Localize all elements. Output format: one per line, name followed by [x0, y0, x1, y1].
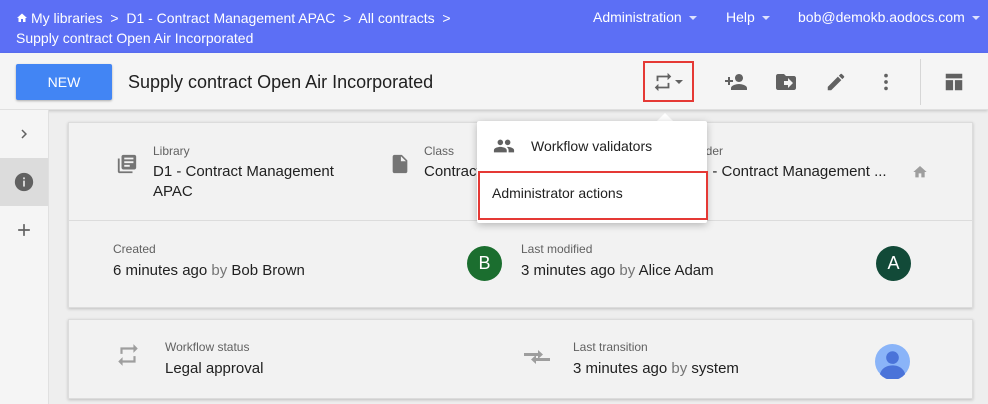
class-value: Contract: [424, 163, 481, 180]
home-icon: [17, 13, 27, 22]
administration-menu[interactable]: Administration: [593, 9, 697, 25]
plus-icon: [18, 224, 30, 236]
breadcrumb-item-all-contracts[interactable]: All contracts: [358, 10, 434, 26]
pencil-icon: [827, 73, 845, 91]
more-vert-icon: [884, 73, 888, 91]
help-menu[interactable]: Help: [726, 9, 770, 25]
breadcrumb-current: Supply contract Open Air Incorporated: [16, 30, 254, 46]
breadcrumb: My libraries > D1 - Contract Management …: [16, 8, 486, 48]
breadcrumb-separator: >: [442, 10, 451, 26]
breadcrumb-separator: >: [110, 10, 119, 26]
toolbar-divider: [920, 59, 921, 105]
chevron-right-icon: [21, 129, 27, 139]
dashboard-layout-icon: [945, 73, 963, 91]
administrator-actions-highlight: [478, 171, 708, 220]
administration-label: Administration: [593, 9, 682, 25]
library-value[interactable]: D1 - Contract Management APAC: [153, 162, 363, 202]
created-label: Created: [113, 242, 156, 256]
top-bar: My libraries > D1 - Contract Management …: [0, 0, 988, 53]
library-icon: [117, 154, 137, 174]
transition-arrows-icon: [524, 350, 550, 364]
caret-down-icon: [761, 16, 770, 20]
document-toolbar: NEW Supply contract Open Air Incorporate…: [0, 53, 988, 110]
info-icon: [14, 172, 34, 192]
modified-label: Last modified: [521, 242, 593, 256]
people-icon: [493, 139, 515, 153]
breadcrumb-item-my-libraries[interactable]: My libraries: [16, 10, 106, 26]
more-options-button[interactable]: [869, 65, 903, 99]
workflow-icon: [118, 344, 138, 366]
document-title: Supply contract Open Air Incorporated: [128, 72, 434, 92]
last-transition-label: Last transition: [573, 340, 648, 354]
user-email: bob@demokb.aodocs.com: [798, 9, 965, 25]
modified-value: 3 minutes ago by Alice Adam: [521, 262, 714, 279]
breadcrumb-item-library[interactable]: D1 - Contract Management APAC: [126, 10, 335, 26]
created-value: 6 minutes ago by Bob Brown: [113, 262, 305, 279]
expand-panel-button[interactable]: [0, 110, 48, 158]
add-button[interactable]: [0, 206, 48, 254]
move-to-folder-button[interactable]: [769, 65, 803, 99]
caret-down-icon: [688, 16, 697, 20]
edit-button[interactable]: [819, 65, 853, 99]
info-tab[interactable]: [0, 158, 48, 206]
workflow-status-label: Workflow status: [165, 340, 250, 354]
side-rail: [0, 110, 49, 404]
share-button[interactable]: [719, 65, 753, 99]
menu-item-workflow-validators[interactable]: Workflow validators: [477, 123, 707, 169]
workflow-card: Workflow status Legal approval Last tran…: [68, 319, 973, 399]
avatar: B: [467, 246, 502, 281]
avatar: A: [876, 246, 911, 281]
person-add-icon: [725, 74, 747, 90]
avatar: [875, 344, 910, 379]
class-icon: [392, 154, 408, 174]
help-label: Help: [726, 9, 755, 25]
layout-toggle-button[interactable]: [937, 65, 971, 99]
class-label: Class: [424, 144, 455, 158]
folder-value[interactable]: D1 - Contract Management ...: [689, 162, 887, 182]
last-transition-value: 3 minutes ago by system: [573, 360, 739, 377]
home-icon[interactable]: [912, 164, 928, 180]
workflow-button-highlight: [643, 61, 694, 102]
menu-item-label: Workflow validators: [531, 138, 653, 154]
breadcrumb-separator: >: [343, 10, 352, 26]
person-icon: [879, 351, 906, 379]
new-button[interactable]: NEW: [16, 64, 112, 100]
move-folder-icon: [776, 74, 796, 90]
library-label: Library: [153, 144, 190, 158]
user-menu[interactable]: bob@demokb.aodocs.com: [798, 9, 980, 25]
caret-down-icon: [971, 16, 980, 20]
workflow-status-value: Legal approval: [165, 360, 264, 377]
